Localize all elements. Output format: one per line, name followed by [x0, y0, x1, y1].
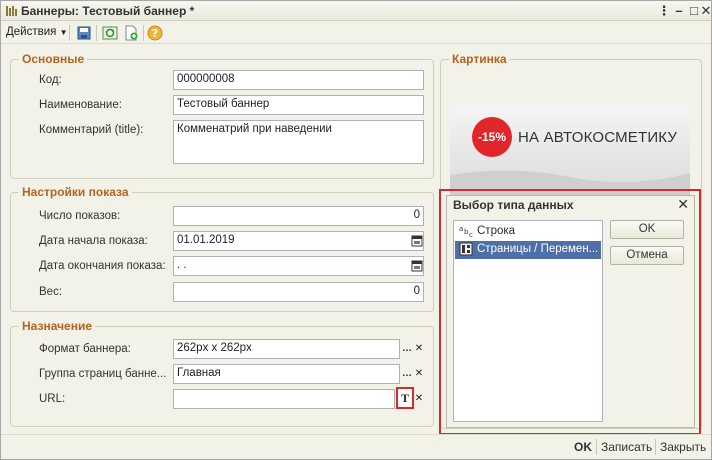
calendar-icon[interactable]	[411, 235, 423, 247]
comment-label: Комментарий (title):	[39, 124, 144, 136]
save-post-icon[interactable]	[76, 25, 92, 41]
type-select-dialog: Выбор типа данных ✕ a b c Строка Страниц…	[446, 195, 695, 428]
svg-text:?: ?	[152, 27, 158, 40]
discount-badge-text: -15%	[477, 130, 506, 144]
weight-field[interactable]: 0	[173, 282, 424, 302]
group-purpose-title: Назначение	[19, 319, 96, 333]
type-item-label: Строка	[477, 225, 516, 237]
code-field[interactable]: 000000008	[173, 70, 424, 90]
svg-text:c: c	[469, 231, 473, 238]
dialog-close-icon[interactable]: ✕	[677, 196, 689, 213]
dialog-ok-button[interactable]: OK	[610, 220, 684, 239]
page-group-field[interactable]: Главная	[173, 364, 400, 384]
start-date-field[interactable]: 01.01.2019	[173, 231, 424, 251]
code-label: Код:	[39, 74, 62, 86]
group-main-title: Основные	[19, 52, 88, 66]
footer-close-button[interactable]: Закрыть	[660, 440, 706, 454]
type-item-pages[interactable]: Страницы / Перемен...	[455, 241, 601, 259]
name-label: Наименование:	[39, 99, 122, 111]
close-icon[interactable]: ✕	[698, 3, 712, 18]
name-field[interactable]: Тестовый баннер	[173, 95, 424, 115]
toolbar: Действия ▼ ?	[1, 22, 711, 44]
clear-icon[interactable]: ✕	[412, 365, 426, 383]
start-date-label: Дата начала показа:	[39, 235, 148, 247]
count-field[interactable]: 0	[173, 206, 424, 226]
toolbar-divider	[143, 25, 144, 41]
clear-icon[interactable]: ✕	[412, 340, 426, 358]
window-title: Баннеры: Тестовый баннер *	[21, 4, 195, 18]
toolbar-divider	[69, 25, 70, 41]
start-date-value: 01.01.2019	[177, 234, 235, 246]
type-item-string[interactable]: a b c Строка	[455, 223, 601, 241]
title-bar: Баннеры: Тестовый баннер * ⋮ – □ ✕	[1, 1, 711, 21]
url-label: URL:	[39, 393, 66, 405]
format-label: Формат баннера:	[39, 343, 131, 355]
footer-save-button[interactable]: Записать	[601, 440, 652, 454]
type-item-label: Страницы / Перемен...	[477, 243, 599, 255]
end-date-field[interactable]: . .	[173, 256, 424, 276]
banner-caption: НА АВТОКОСМЕТИКУ	[518, 129, 678, 146]
comment-field[interactable]: Комменатрий при наведении	[173, 120, 424, 164]
dropdown-arrow-icon: ▼	[59, 28, 68, 37]
dialog-title: Выбор типа данных	[453, 198, 574, 212]
footer-ok-button[interactable]: OK	[574, 440, 592, 454]
footer-bar: OK Записать Закрыть	[1, 434, 711, 459]
end-date-label: Дата окончания показа:	[39, 260, 166, 272]
weight-label: Вес:	[39, 286, 63, 298]
banner-form-window: Баннеры: Тестовый баннер * ⋮ – □ ✕ Дейст…	[0, 0, 712, 460]
end-date-value: . .	[177, 259, 187, 271]
actions-menu[interactable]: Действия ▼	[6, 26, 68, 38]
group-display-title: Настройки показа	[19, 185, 132, 199]
banner-image: -15% НА АВТОКОСМЕТИКУ	[450, 105, 690, 195]
page-group-label: Группа страниц банне...	[39, 368, 167, 380]
refresh-icon[interactable]	[102, 25, 118, 41]
minimize-icon[interactable]: –	[671, 3, 687, 18]
clear-icon[interactable]: ✕	[412, 390, 426, 408]
help-icon[interactable]: ?	[147, 25, 163, 41]
type-list: a b c Строка Страницы / Перемен...	[453, 220, 603, 422]
discount-badge: -15%	[472, 117, 512, 157]
dialog-cancel-button[interactable]: Отмена	[610, 246, 684, 265]
format-field[interactable]: 262px x 262px	[173, 339, 400, 359]
group-picture-title: Картинка	[449, 52, 510, 66]
string-type-icon: a b c	[459, 225, 473, 238]
footer-divider	[655, 439, 656, 455]
toolbar-divider	[96, 25, 97, 41]
actions-label: Действия	[6, 26, 57, 38]
reference-type-icon	[459, 242, 473, 256]
calendar-icon[interactable]	[411, 260, 423, 272]
new-document-icon[interactable]	[123, 25, 139, 41]
footer-divider	[596, 439, 597, 455]
count-label: Число показов:	[39, 210, 121, 222]
more-icon[interactable]: ⋮	[656, 3, 672, 18]
svg-text:a: a	[459, 225, 463, 233]
url-field[interactable]	[173, 389, 395, 409]
app-icon	[6, 6, 17, 16]
